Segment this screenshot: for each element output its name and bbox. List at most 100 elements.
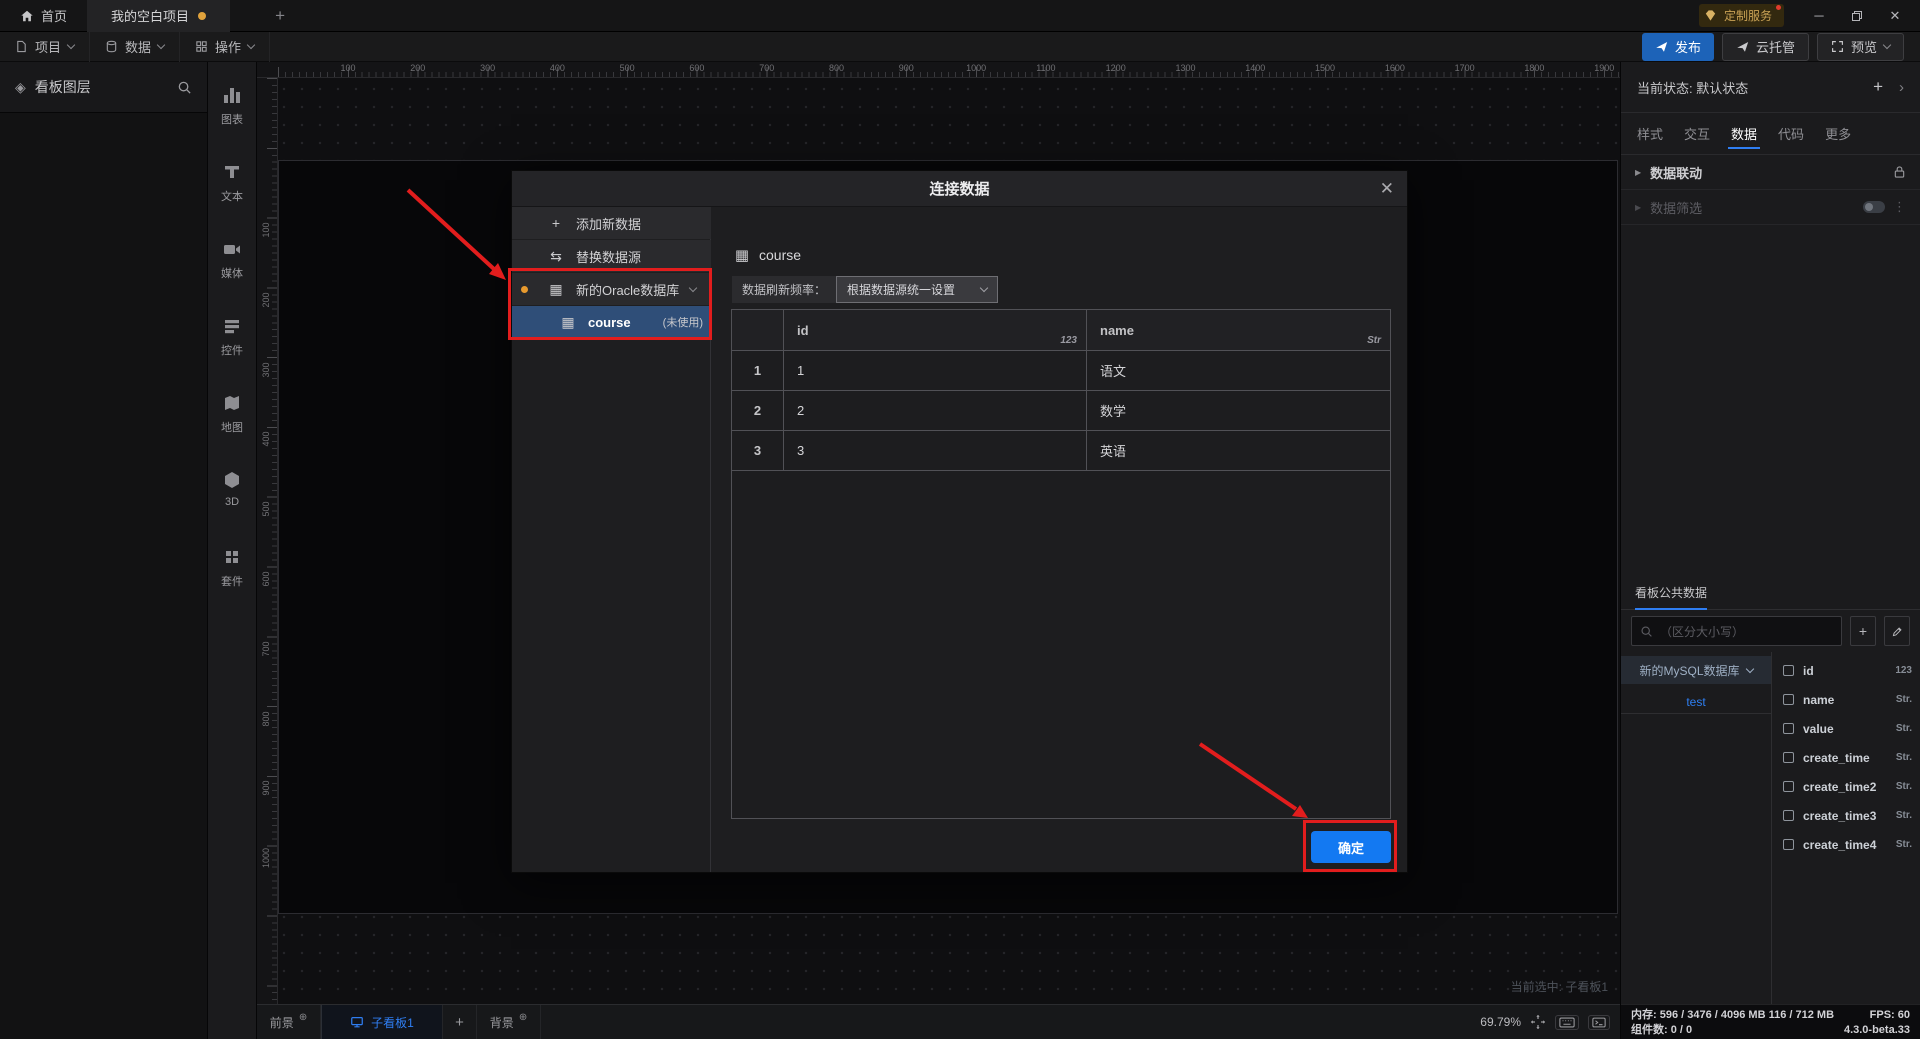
- add-state-button[interactable]: +: [1873, 77, 1883, 97]
- ruler-label: 1700: [1454, 63, 1475, 73]
- component-strip: 图表 文本 媒体控件地图 3D 套件: [208, 62, 257, 1039]
- ruler-label: 400: [261, 431, 271, 447]
- common-data-header: 看板公共数据: [1621, 582, 1920, 610]
- bar-chart-icon: [222, 85, 242, 105]
- add-data-button[interactable]: +: [1850, 616, 1876, 646]
- selected-hint: 当前选中: 子看板1: [1510, 980, 1608, 994]
- common-data-tab[interactable]: 看板公共数据: [1635, 584, 1708, 610]
- zoom-level[interactable]: 69.79%: [1480, 1015, 1521, 1029]
- filter-toggle-off[interactable]: [1863, 201, 1885, 213]
- preview-label: 预览: [1850, 40, 1877, 55]
- field-checkbox[interactable]: [1783, 665, 1794, 676]
- foreground-label: 前景: [269, 1015, 294, 1030]
- project-tab[interactable]: 我的空白项目: [87, 0, 231, 32]
- search-icon: [1641, 625, 1652, 637]
- component-tab-text[interactable]: 文本: [208, 153, 256, 230]
- component-tab-control[interactable]: 控件: [208, 307, 256, 384]
- common-data-search-row: （区分大小写） +: [1621, 610, 1920, 652]
- field-name: id: [1803, 663, 1814, 678]
- add-board-button[interactable]: +: [443, 1004, 477, 1039]
- paper-plane-icon: [1737, 42, 1749, 52]
- expand-states-icon[interactable]: ›: [1899, 79, 1904, 96]
- keyboard-shortcuts-icon[interactable]: [1555, 1014, 1579, 1030]
- component-tab-chart[interactable]: 图表: [208, 76, 256, 153]
- add-background-icon[interactable]: ⊕: [519, 1012, 527, 1023]
- field-type-badge: 123: [1895, 665, 1912, 676]
- field-checkbox[interactable]: [1783, 723, 1794, 734]
- datasource-table-test[interactable]: test: [1621, 690, 1771, 714]
- home-icon: [21, 10, 33, 21]
- inspector-tabs: 样式 交互 数据 代码 更多: [1621, 113, 1920, 155]
- pencil-icon: [1892, 626, 1902, 636]
- menu-project[interactable]: 项目: [0, 31, 91, 62]
- data-preview-table: id 123 name Str 1 1 语文 2 2 数学 3 3 英语: [731, 309, 1391, 819]
- new-tab-button[interactable]: +: [270, 6, 290, 26]
- fit-view-icon[interactable]: [1530, 1014, 1546, 1030]
- restore-button[interactable]: [1838, 0, 1876, 32]
- field-checkbox[interactable]: [1783, 694, 1794, 705]
- menu-operate[interactable]: 操作: [180, 31, 271, 62]
- component-tab-media[interactable]: 媒体: [208, 230, 256, 307]
- ruler-label: 700: [759, 63, 775, 73]
- foreground-tab[interactable]: 前景 ⊕: [257, 1004, 321, 1039]
- add-foreground-icon[interactable]: ⊕: [299, 1012, 307, 1023]
- component-tab-label: 控件: [221, 345, 243, 357]
- layers-search-button[interactable]: [177, 80, 192, 95]
- inspector-tab-数据[interactable]: 数据: [1728, 113, 1761, 154]
- home-tab[interactable]: 首页: [0, 0, 87, 32]
- inspector-tab-样式[interactable]: 样式: [1637, 113, 1663, 154]
- layers-icon: ◈: [15, 78, 26, 95]
- current-state-row: 当前状态: 默认状态 + ›: [1621, 62, 1920, 113]
- data-filter-section[interactable]: ▶ 数据筛选 ⋮: [1621, 190, 1920, 225]
- ruler-label: 900: [261, 780, 271, 796]
- field-checkbox[interactable]: [1783, 781, 1794, 792]
- component-tab-map[interactable]: 地图: [208, 384, 256, 461]
- board-tab-active[interactable]: 子看板1: [321, 1004, 443, 1039]
- cube-icon: [222, 470, 242, 490]
- refresh-frequency-select[interactable]: 根据数据源统一设置: [836, 276, 999, 303]
- ruler-label: 300: [261, 362, 271, 378]
- field-row: name Str.: [1783, 685, 1912, 714]
- preview-button[interactable]: 预览: [1816, 32, 1904, 61]
- edit-data-button[interactable]: [1884, 616, 1910, 646]
- component-tab-3d[interactable]: 3D: [208, 461, 256, 538]
- unsaved-dot: [198, 11, 207, 20]
- minimize-button[interactable]: ─: [1800, 0, 1838, 32]
- inspector-tab-更多[interactable]: 更多: [1825, 113, 1851, 154]
- publish-button[interactable]: 发布: [1641, 32, 1714, 61]
- field-search-input[interactable]: （区分大小写）: [1631, 616, 1842, 646]
- field-checkbox[interactable]: [1783, 839, 1794, 850]
- component-tab-label: 3D: [224, 496, 240, 508]
- refresh-frequency-value: 根据数据源统一设置: [847, 283, 956, 297]
- ruler-label: 400: [549, 63, 565, 73]
- horizontal-ruler: 100 200 300 400 500 600 700 800 900 1000 1100 1200 1…: [257, 62, 1620, 78]
- component-tab-kit[interactable]: 套件: [208, 538, 256, 615]
- diamond-icon: [1705, 10, 1716, 21]
- ruler-label: 1300: [1175, 63, 1196, 73]
- modal-content: ▦ course 数据刷新频率： 根据数据源统一设置 id 123 name Str 1…: [711, 207, 1407, 872]
- inspector-tab-代码[interactable]: 代码: [1778, 113, 1804, 154]
- menu-data[interactable]: 数据: [90, 31, 181, 62]
- cloud-host-button[interactable]: 云托管: [1721, 32, 1809, 61]
- search-icon: [178, 81, 191, 94]
- modal-titlebar: 连接数据 ✕: [512, 171, 1407, 207]
- field-checkbox[interactable]: [1783, 752, 1794, 763]
- console-icon[interactable]: [1588, 1014, 1610, 1030]
- field-row: id 123: [1783, 656, 1912, 685]
- plus-icon: +: [551, 215, 561, 231]
- ruler-label: 1200: [1105, 63, 1126, 73]
- field-row: create_time3 Str.: [1783, 801, 1912, 830]
- more-options-icon[interactable]: ⋮: [1893, 199, 1906, 215]
- id-cell: 1: [784, 351, 1087, 390]
- close-button[interactable]: ✕: [1876, 0, 1914, 32]
- vip-service-badge[interactable]: 定制服务: [1698, 4, 1784, 27]
- add-new-data-item[interactable]: + 添加新数据: [512, 207, 711, 239]
- replace-datasource-label: 替换数据源: [576, 249, 642, 265]
- mysql-datasource-dropdown[interactable]: 新的MySQL数据库: [1621, 656, 1771, 684]
- background-tab[interactable]: 背景 ⊕: [477, 1004, 541, 1039]
- inspector-tab-交互[interactable]: 交互: [1684, 113, 1710, 154]
- modal-close-button[interactable]: ✕: [1380, 171, 1394, 207]
- field-checkbox[interactable]: [1783, 810, 1794, 821]
- data-linkage-section[interactable]: ▶ 数据联动: [1621, 155, 1920, 190]
- ruler-label: 1500: [1315, 63, 1336, 73]
